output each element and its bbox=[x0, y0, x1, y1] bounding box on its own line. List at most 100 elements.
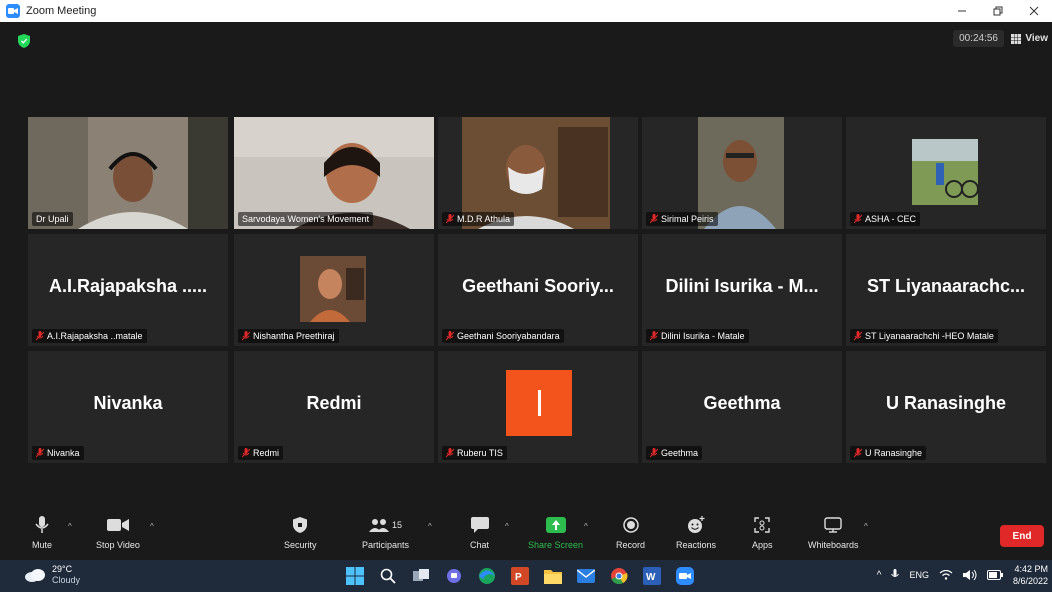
weather-widget[interactable]: 29°C Cloudy bbox=[24, 564, 80, 586]
grid-view-icon bbox=[1011, 33, 1022, 44]
volume-icon[interactable] bbox=[962, 570, 977, 580]
close-button[interactable] bbox=[1016, 0, 1052, 22]
participant-tile[interactable]: U Ranasinghe U Ranasinghe bbox=[846, 351, 1046, 463]
participant-tile[interactable]: Geethma Geethma bbox=[642, 351, 842, 463]
participant-display-name: A.I.Rajapaksha ..... bbox=[48, 276, 208, 296]
participant-name-label: Dilini Isurika - Matale bbox=[646, 329, 749, 343]
battery-icon[interactable] bbox=[986, 570, 1003, 580]
participant-name-label: Nivanka bbox=[32, 446, 84, 460]
chat-options-chevron-icon[interactable]: ^ bbox=[505, 522, 509, 531]
participant-name-label: Geethma bbox=[646, 446, 703, 460]
share-screen-button[interactable]: Share Screen bbox=[528, 514, 583, 550]
participant-display-name: U Ranasinghe bbox=[885, 393, 1007, 413]
share-options-chevron-icon[interactable]: ^ bbox=[584, 522, 588, 531]
restore-button[interactable] bbox=[980, 0, 1016, 22]
security-button[interactable]: Security bbox=[284, 514, 317, 550]
participant-tile[interactable]: ASHA - CEC bbox=[846, 117, 1046, 229]
participant-name-label: ST Liyanaarachchi -HEO Matale bbox=[850, 329, 998, 343]
system-clock[interactable]: 4:42 PM 8/6/2022 bbox=[1013, 563, 1048, 587]
participant-name-label: Sarvodaya Women's Movement bbox=[238, 212, 374, 226]
meeting-toolbar: Mute ^ Stop Video ^ Security 15 Particip… bbox=[0, 508, 1052, 560]
tray-microphone-icon[interactable] bbox=[891, 569, 900, 581]
participant-initial-avatar bbox=[506, 370, 572, 436]
search-icon[interactable] bbox=[377, 565, 399, 587]
show-hidden-icons-chevron-icon[interactable]: ^ bbox=[877, 570, 882, 581]
participant-name-label: Geethani Sooriyabandara bbox=[442, 329, 564, 343]
meeting-stage: 00:24:56 View Dr Upali Sarvodaya Women's… bbox=[0, 22, 1052, 508]
minimize-button[interactable] bbox=[944, 0, 980, 22]
participant-name-label: Ruberu TIS bbox=[442, 446, 507, 460]
windows-start-icon[interactable] bbox=[344, 565, 366, 587]
participant-tile[interactable]: Nivanka Nivanka bbox=[28, 351, 228, 463]
cloud-icon bbox=[25, 569, 45, 582]
muted-mic-icon bbox=[854, 331, 862, 341]
participant-tile[interactable]: Dilini Isurika - M... Dilini Isurika - M… bbox=[642, 234, 842, 346]
reactions-button[interactable]: Reactions bbox=[676, 514, 716, 550]
reactions-smiley-icon bbox=[688, 516, 705, 533]
svg-text:P: P bbox=[515, 572, 522, 583]
language-indicator[interactable]: ENG bbox=[909, 570, 929, 580]
end-meeting-button[interactable]: End bbox=[1000, 525, 1044, 547]
word-icon[interactable]: W bbox=[641, 565, 663, 587]
windows-taskbar: 29°C Cloudy P W ^ ENG 4:42 PM 8/6/2022 bbox=[0, 560, 1052, 592]
muted-mic-icon bbox=[854, 448, 862, 458]
participant-tile[interactable]: Dr Upali bbox=[28, 117, 228, 229]
zoom-taskbar-icon[interactable] bbox=[674, 565, 696, 587]
participant-tile[interactable]: Sarvodaya Women's Movement bbox=[234, 117, 434, 229]
share-screen-icon bbox=[545, 517, 566, 533]
participant-name-label: Nishantha Preethiraj bbox=[238, 329, 339, 343]
chat-button[interactable]: Chat bbox=[470, 514, 489, 550]
mail-icon[interactable] bbox=[575, 565, 597, 587]
clock-time: 4:42 PM bbox=[1014, 564, 1048, 574]
task-view-icon[interactable] bbox=[410, 565, 432, 587]
zoom-app-icon bbox=[6, 4, 20, 18]
chat-bubble-icon bbox=[470, 517, 489, 533]
participant-tile[interactable]: Sirimal Peiris bbox=[642, 117, 842, 229]
whiteboard-icon bbox=[824, 517, 842, 533]
participant-tile[interactable]: Nishantha Preethiraj bbox=[234, 234, 434, 346]
video-options-chevron-icon[interactable]: ^ bbox=[150, 522, 154, 531]
participant-display-name: Redmi bbox=[306, 393, 362, 413]
participant-tile[interactable]: Ruberu TIS bbox=[438, 351, 638, 463]
muted-mic-icon bbox=[36, 448, 44, 458]
powerpoint-icon[interactable]: P bbox=[509, 565, 531, 587]
clock-date: 8/6/2022 bbox=[1012, 576, 1048, 586]
participants-icon bbox=[369, 519, 389, 532]
muted-mic-icon bbox=[446, 214, 454, 224]
whiteboard-options-chevron-icon[interactable]: ^ bbox=[864, 522, 868, 531]
stop-video-button[interactable]: Stop Video bbox=[96, 514, 140, 550]
window-titlebar: Zoom Meeting bbox=[0, 0, 1052, 22]
meeting-timer: 00:24:56 bbox=[953, 30, 1004, 47]
participant-tile[interactable]: A.I.Rajapaksha ..... A.I.Rajapaksha ..ma… bbox=[28, 234, 228, 346]
encryption-shield-icon[interactable] bbox=[18, 34, 30, 48]
muted-mic-icon bbox=[650, 331, 658, 341]
file-explorer-icon[interactable] bbox=[542, 565, 564, 587]
participant-display-name: Nivanka bbox=[93, 393, 163, 413]
participant-name-label: Dr Upali bbox=[32, 212, 73, 226]
participant-tile[interactable]: M.D.R Athula bbox=[438, 117, 638, 229]
chrome-browser-icon[interactable] bbox=[608, 565, 630, 587]
muted-mic-icon bbox=[650, 448, 658, 458]
mute-button[interactable]: Mute bbox=[32, 514, 52, 550]
participant-tile[interactable]: ST Liyanaarachc... ST Liyanaarachchi -HE… bbox=[846, 234, 1046, 346]
wifi-icon[interactable] bbox=[939, 570, 953, 580]
apps-button[interactable]: Apps bbox=[752, 514, 773, 550]
participant-display-name: Dilini Isurika - M... bbox=[665, 276, 819, 296]
whiteboards-button[interactable]: Whiteboards bbox=[808, 514, 859, 550]
teams-chat-icon[interactable] bbox=[443, 565, 465, 587]
participants-button[interactable]: 15 Participants bbox=[362, 514, 409, 550]
muted-mic-icon bbox=[36, 331, 44, 341]
video-camera-icon bbox=[106, 519, 129, 531]
participant-name-label: Sirimal Peiris bbox=[646, 212, 718, 226]
participant-tile[interactable]: Geethani Sooriy... Geethani Sooriyabanda… bbox=[438, 234, 638, 346]
participants-options-chevron-icon[interactable]: ^ bbox=[428, 522, 432, 531]
view-button[interactable]: View bbox=[1007, 30, 1052, 47]
record-button[interactable]: Record bbox=[616, 514, 645, 550]
audio-options-chevron-icon[interactable]: ^ bbox=[68, 522, 72, 531]
participant-name-label: Redmi bbox=[238, 446, 284, 460]
participant-tile[interactable]: Redmi Redmi bbox=[234, 351, 434, 463]
edge-browser-icon[interactable] bbox=[476, 565, 498, 587]
participants-count: 15 bbox=[392, 520, 403, 530]
muted-mic-icon bbox=[242, 331, 250, 341]
apps-icon bbox=[754, 517, 770, 533]
